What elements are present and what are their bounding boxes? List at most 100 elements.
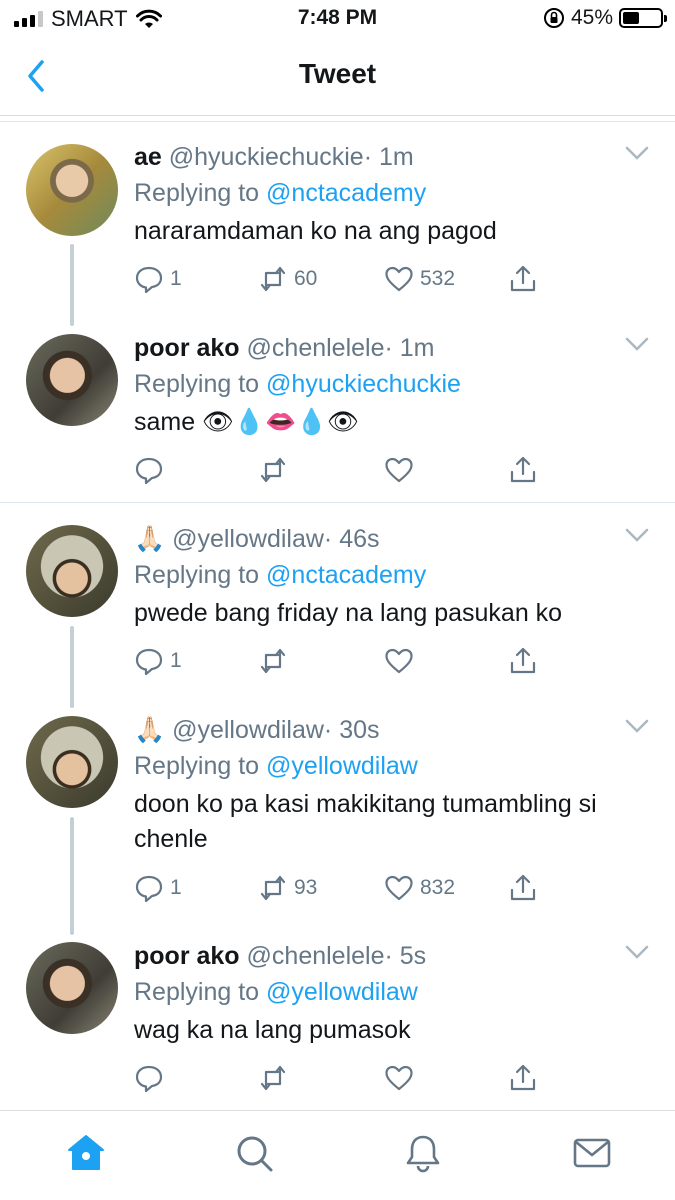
avatar[interactable]: [26, 525, 118, 617]
search-icon[interactable]: [234, 1133, 274, 1173]
tweet-header: poor ako @chenlelele· 5s: [134, 939, 426, 973]
tweet-time: · 1m: [384, 334, 435, 362]
replying-label: Replying to: [134, 561, 260, 589]
page-title: Tweet: [298, 58, 377, 89]
display-name[interactable]: poor ako: [134, 942, 240, 970]
share-icon: [510, 1064, 536, 1091]
mention-link[interactable]: @nctacademy: [266, 179, 426, 207]
retweet-button[interactable]: [258, 455, 294, 485]
mention-link[interactable]: @yellowdilaw: [266, 978, 418, 1006]
avatar[interactable]: [26, 334, 118, 426]
share-button[interactable]: [508, 264, 538, 294]
reply-count: 1: [170, 267, 182, 290]
retweet-count: 60: [294, 267, 318, 290]
chevron-down-icon[interactable]: [625, 945, 649, 959]
tweet[interactable]: 🙏🏻 @yellowdilaw· 46s Replying to @nctaca…: [0, 522, 675, 708]
status-right: 45%: [543, 6, 667, 30]
reply-button[interactable]: 1: [134, 873, 182, 903]
like-button[interactable]: 832: [384, 873, 455, 903]
reply-button[interactable]: [134, 1063, 170, 1093]
user-handle[interactable]: @yellowdilaw: [172, 525, 324, 553]
notifications-icon[interactable]: [403, 1133, 443, 1173]
share-icon: [510, 874, 536, 901]
reply-icon: [135, 875, 163, 903]
retweet-icon: [260, 875, 286, 901]
tweet-header: 🙏🏻 @yellowdilaw· 46s: [134, 522, 380, 556]
mention-link[interactable]: @yellowdilaw: [266, 752, 418, 780]
mention-link[interactable]: @hyuckiechuckie: [266, 370, 461, 398]
chevron-down-icon[interactable]: [625, 719, 649, 733]
tweet[interactable]: poor ako @chenlelele· 1m Replying to @hy…: [0, 331, 675, 501]
share-button[interactable]: [508, 455, 538, 485]
avatar[interactable]: [26, 716, 118, 808]
user-handle[interactable]: @chenlelele: [247, 942, 385, 970]
orientation-lock-icon: [543, 8, 564, 28]
retweet-button[interactable]: 60: [258, 264, 317, 294]
tweet[interactable]: poor ako @chenlelele· 5s Replying to @ye…: [0, 939, 675, 1109]
tweet-header: 🙏🏻 @yellowdilaw· 30s: [134, 713, 380, 747]
tweet[interactable]: ae @hyuckiechuckie· 1m Replying to @ncta…: [0, 140, 675, 326]
share-icon: [510, 647, 536, 674]
chevron-down-icon[interactable]: [625, 528, 649, 542]
heart-icon: [385, 648, 413, 674]
retweet-button[interactable]: 93: [258, 873, 317, 903]
chevron-down-icon[interactable]: [625, 146, 649, 160]
mention-link[interactable]: @nctacademy: [266, 561, 426, 589]
tweet-text: wag ka na lang pumasok: [134, 1016, 411, 1044]
tweet[interactable]: 🙏🏻 @yellowdilaw· 30s Replying to @yellow…: [0, 713, 675, 935]
battery-icon: [619, 8, 667, 28]
reply-button[interactable]: 1: [134, 264, 182, 294]
heart-icon: [385, 1065, 413, 1091]
avatar[interactable]: [26, 144, 118, 236]
share-button[interactable]: [508, 873, 538, 903]
reply-button[interactable]: [134, 455, 170, 485]
tab-bar: [0, 1110, 675, 1200]
display-name[interactable]: 🙏🏻: [134, 716, 165, 744]
user-handle[interactable]: @hyuckiechuckie: [169, 143, 364, 171]
display-name[interactable]: ae: [134, 143, 162, 171]
replying-label: Replying to: [134, 179, 260, 207]
tweet-time: · 30s: [323, 716, 380, 744]
heart-icon: [385, 875, 413, 901]
nav-bar: Tweet: [0, 38, 675, 116]
reply-icon: [135, 457, 163, 485]
like-button[interactable]: 532: [384, 264, 455, 294]
divider: [0, 502, 675, 503]
retweet-icon: [260, 1065, 286, 1091]
retweet-button[interactable]: [258, 1063, 294, 1093]
retweet-icon: [260, 648, 286, 674]
retweet-button[interactable]: [258, 646, 294, 676]
user-handle[interactable]: @yellowdilaw: [172, 716, 324, 744]
home-icon[interactable]: [66, 1133, 106, 1173]
messages-icon[interactable]: [572, 1133, 612, 1173]
reply-icon: [135, 1065, 163, 1093]
retweet-icon: [260, 266, 286, 292]
like-button[interactable]: [384, 1063, 420, 1093]
battery-level: [623, 12, 640, 24]
retweet-icon: [260, 457, 286, 483]
replying-label: Replying to: [134, 752, 260, 780]
replying-to: Replying to @hyuckiechuckie: [134, 367, 461, 401]
reply-button[interactable]: 1: [134, 646, 182, 676]
display-name[interactable]: poor ako: [134, 334, 240, 362]
tweet-actions: 1 60 532: [134, 264, 554, 298]
share-button[interactable]: [508, 1063, 538, 1093]
replying-to: Replying to @yellowdilaw: [134, 749, 418, 783]
tweet-actions: 1: [134, 646, 554, 680]
retweet-count: 93: [294, 876, 318, 899]
share-button[interactable]: [508, 646, 538, 676]
tweet-actions: [134, 1063, 554, 1097]
avatar[interactable]: [26, 942, 118, 1034]
user-handle[interactable]: @chenlelele: [247, 334, 385, 362]
heart-icon: [385, 457, 413, 483]
replying-label: Replying to: [134, 978, 260, 1006]
tweet-text: doon ko pa kasi makikitang tumambling si…: [134, 790, 597, 853]
tweet-text: nararamdaman ko na ang pagod: [134, 217, 497, 245]
display-name[interactable]: 🙏🏻: [134, 525, 165, 553]
battery-percent: 45%: [570, 6, 613, 29]
replying-label: Replying to: [134, 370, 260, 398]
like-button[interactable]: [384, 646, 420, 676]
chevron-down-icon[interactable]: [625, 337, 649, 351]
like-button[interactable]: [384, 455, 420, 485]
heart-icon: [385, 266, 413, 292]
